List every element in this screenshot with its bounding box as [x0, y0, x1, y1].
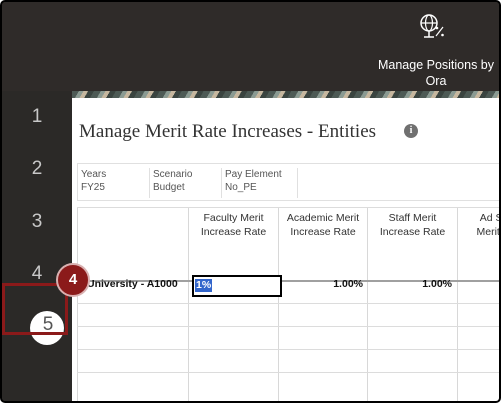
column-header-additional-supplemental[interactable]: Ad Suppl Merit Ir Ra	[471, 211, 499, 239]
grid-row-divider	[77, 207, 499, 208]
pov-value: Budget	[153, 182, 185, 193]
pov-value: No_PE	[225, 182, 257, 193]
selected-value: 1%	[195, 279, 213, 292]
app-frame: Manage Positions by Ora 1 2 3 4 Manage M…	[0, 0, 501, 403]
callout-badge: 4	[56, 263, 90, 297]
page-title: Manage Merit Rate Increases - Entities	[79, 121, 377, 142]
step-sidebar: 1 2 3 4	[2, 91, 72, 401]
pov-divider	[297, 168, 299, 198]
top-bar: Manage Positions by Ora	[2, 2, 499, 91]
pov-years[interactable]: Years FY25	[78, 168, 149, 198]
pov-scenario[interactable]: Scenario Budget	[149, 168, 219, 198]
header-banner	[72, 91, 499, 98]
pov-pay-element[interactable]: Pay Element No_PE	[221, 168, 297, 198]
column-header-academic-merit[interactable]: Academic Merit Increase Rate	[279, 211, 367, 239]
column-header-staff-merit[interactable]: Staff Merit Increase Rate	[368, 211, 457, 239]
step-2[interactable]: 2	[2, 158, 72, 180]
pov-label: Years	[81, 169, 107, 180]
step-3[interactable]: 3	[2, 211, 72, 233]
grid-row-divider	[77, 372, 499, 373]
data-grid: Faculty Merit Increase Rate Academic Mer…	[77, 207, 499, 401]
info-icon[interactable]: i	[404, 124, 418, 138]
faculty-merit-cell[interactable]: 1%	[192, 275, 282, 297]
main-content: Manage Merit Rate Increases - Entities i…	[72, 91, 499, 401]
academic-merit-cell[interactable]: 1.00%	[279, 278, 363, 290]
pov-bar: Years FY25 Scenario Budget Pay Element N…	[77, 163, 499, 201]
row-label-university[interactable]: University - A1000	[87, 278, 178, 290]
grid-row-divider	[77, 349, 499, 350]
staff-merit-cell[interactable]: 1.00%	[368, 278, 452, 290]
callout-highlight-box	[2, 283, 68, 335]
globe-percent-icon[interactable]	[418, 12, 446, 40]
pov-label: Scenario	[153, 169, 193, 180]
pov-label: Pay Element	[225, 169, 282, 180]
grid-row-divider	[77, 303, 499, 304]
pov-value: FY25	[81, 182, 105, 193]
nav-label-manage-positions[interactable]: Manage Positions by Ora	[372, 57, 499, 89]
column-header-faculty-merit[interactable]: Faculty Merit Increase Rate	[189, 211, 278, 239]
grid-row-divider	[77, 326, 499, 327]
step-1[interactable]: 1	[2, 106, 72, 128]
